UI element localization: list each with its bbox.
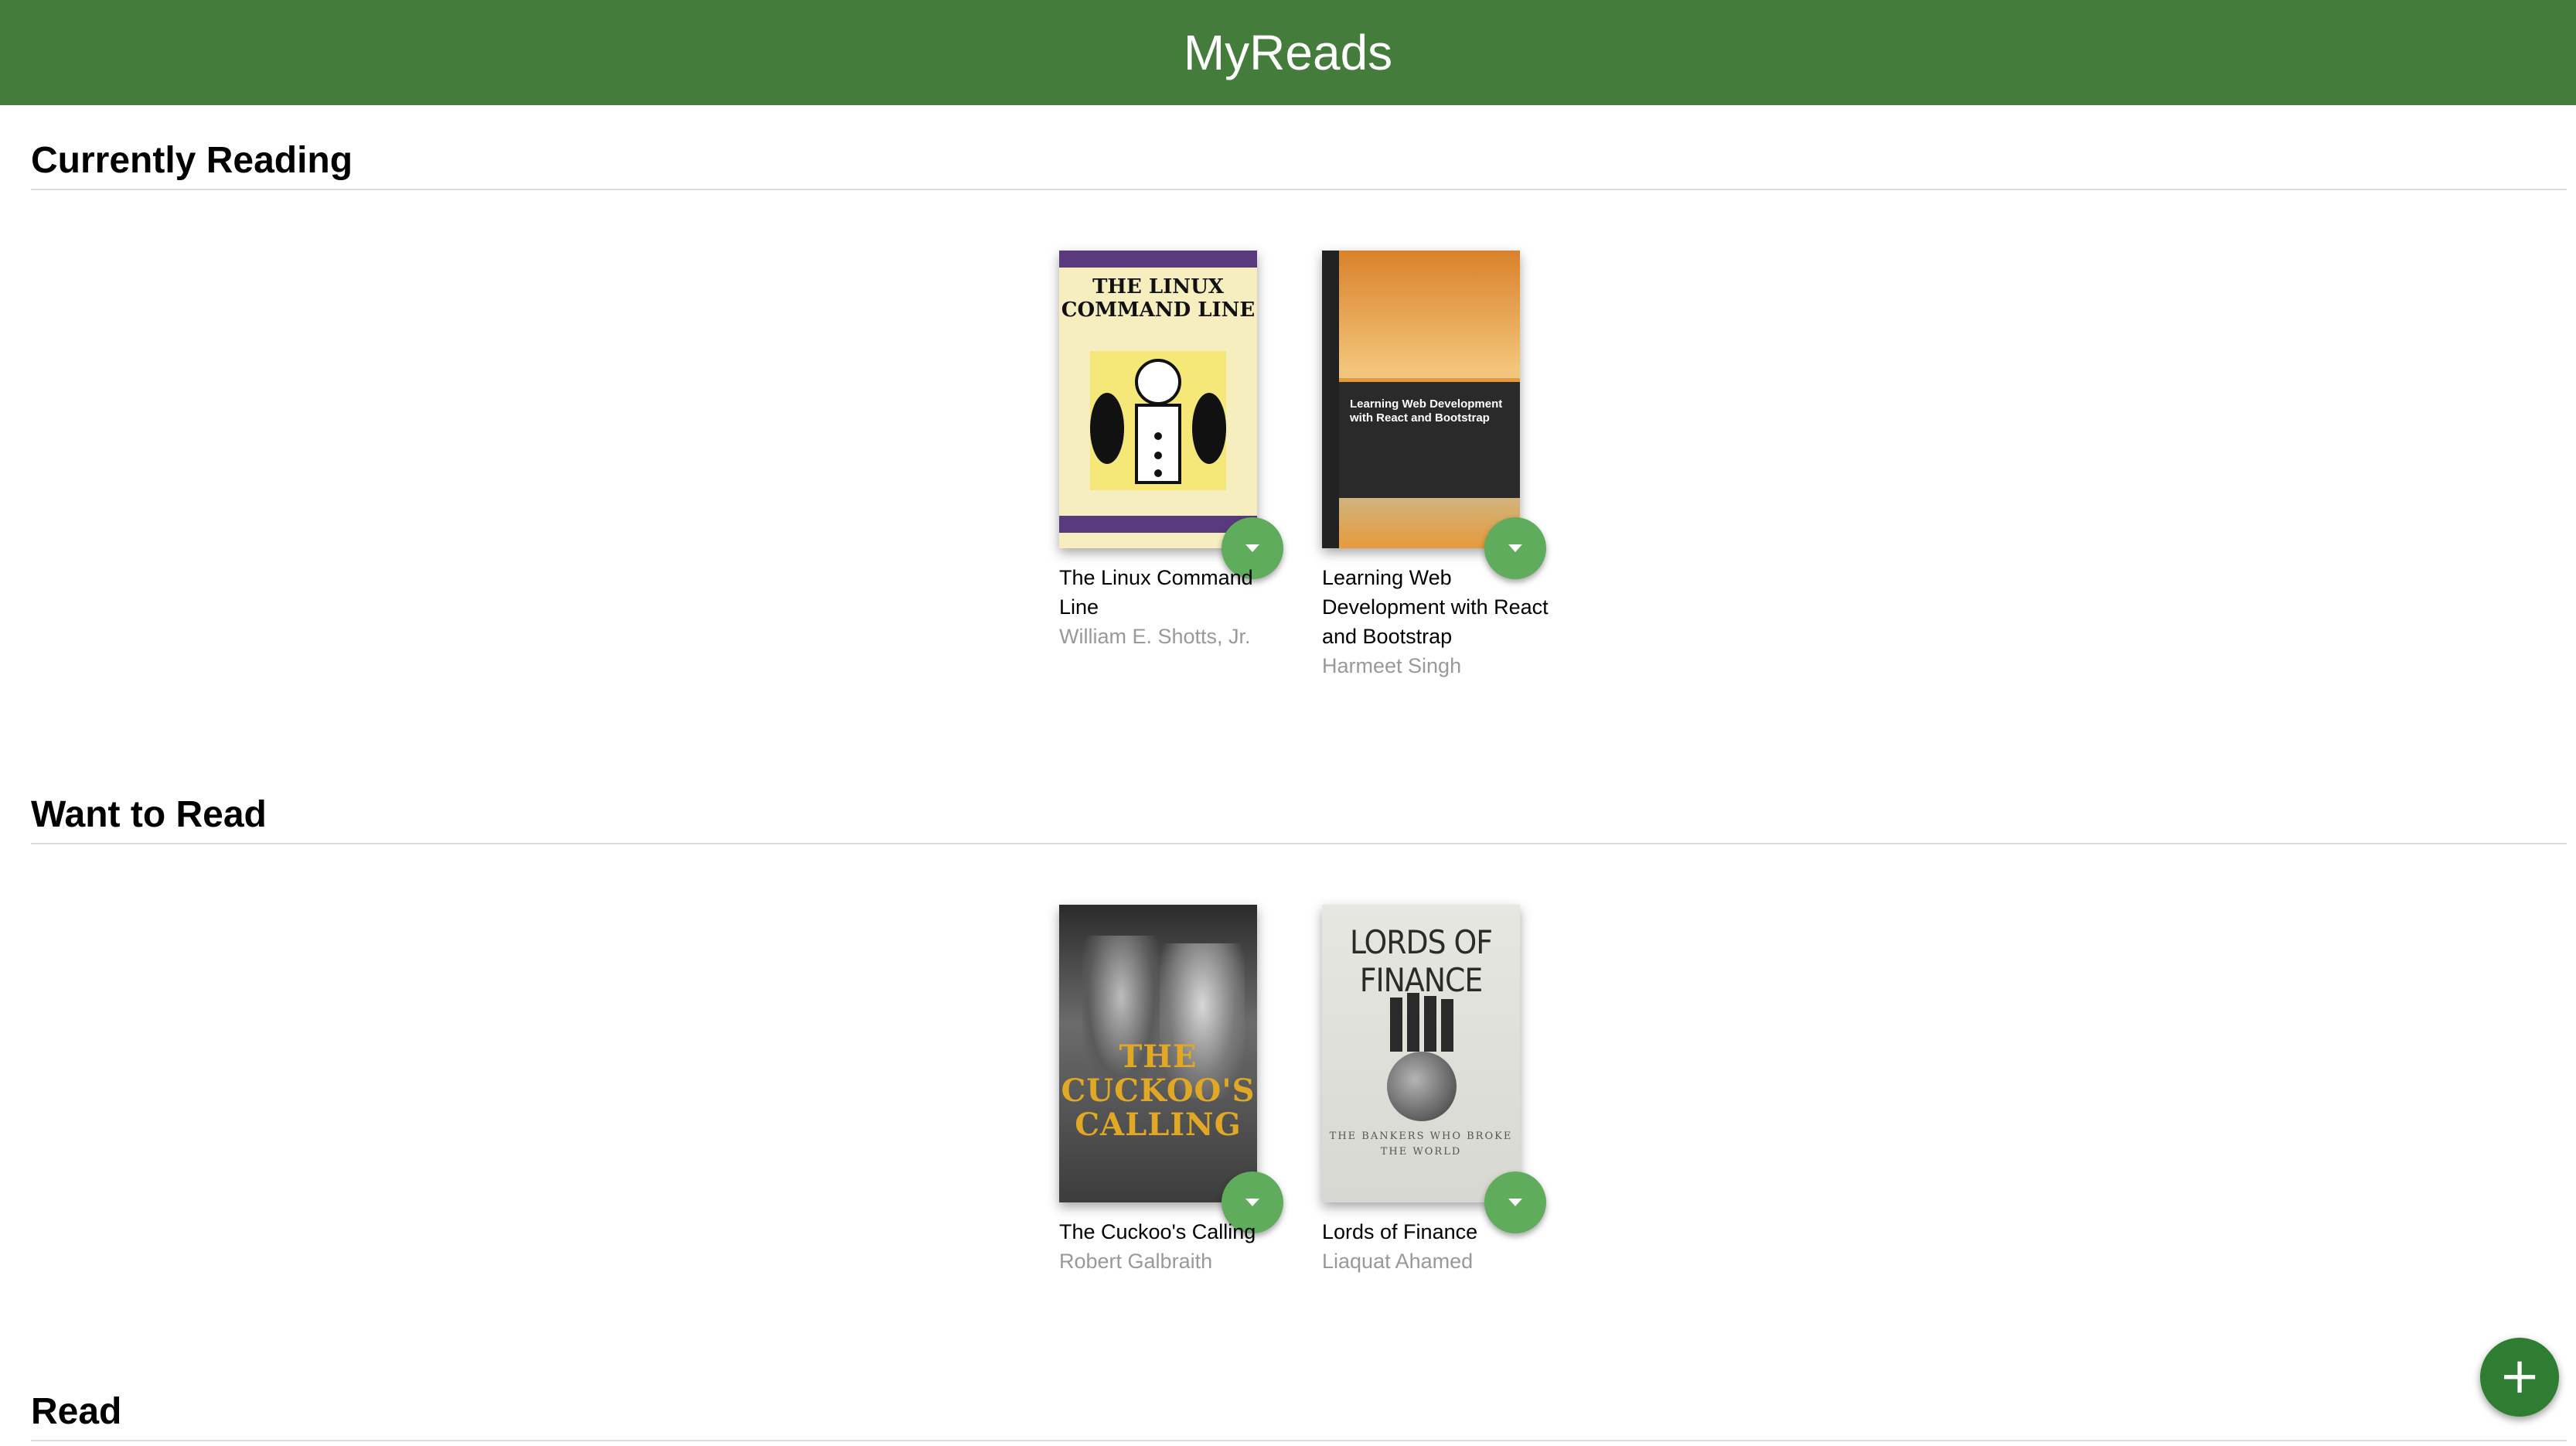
book-cover[interactable]: LORDS OF FINANCE THE BANKERS WHO BROKE T…: [1322, 905, 1520, 1202]
book-grid: THE CUCKOO'S CALLING The Cuckoo's Callin…: [31, 865, 2567, 1328]
cover-subtitle: THE BANKERS WHO BROKE THE WORLD: [1329, 1131, 1513, 1158]
chevron-down-icon: [1508, 1199, 1522, 1206]
shelf-title: Read: [31, 1384, 2567, 1441]
shelf-read: Read: [31, 1384, 2567, 1441]
chevron-down-icon: [1245, 1199, 1259, 1206]
chevron-down-icon: [1245, 544, 1259, 552]
shelf-want-to-read: Want to Read THE CUCKOO'S CALLING The Cu…: [31, 787, 2567, 1273]
book-title: The Cuckoo's Calling Robert Galbraith: [1059, 1217, 1291, 1276]
book-authors: Harmeet Singh: [1322, 654, 1462, 677]
figures-illustration: [1390, 993, 1453, 1052]
book-cover[interactable]: THE LINUX COMMAND LINE: [1059, 251, 1257, 548]
book-authors: Liaquat Ahamed: [1322, 1250, 1474, 1273]
book-title: Lords of Finance Liaquat Ahamed: [1322, 1217, 1554, 1276]
shelf-currently-reading: Currently Reading THE LINUX COMMAND LINE: [31, 133, 2567, 677]
book-cover[interactable]: Learning Web Development with React and …: [1322, 251, 1520, 548]
cover-spine: [1322, 251, 1339, 548]
book-cover[interactable]: THE CUCKOO'S CALLING: [1059, 905, 1257, 1202]
plus-icon: +: [2499, 1348, 2540, 1405]
book-authors: Robert Galbraith: [1059, 1250, 1213, 1273]
book-grid: THE LINUX COMMAND LINE The Linux Command: [31, 210, 2567, 677]
cover-band: [1059, 251, 1257, 268]
cover-title: Learning Web Development with React and …: [1350, 397, 1503, 425]
book-title-text: Learning Web Development with React and …: [1322, 566, 1549, 648]
app-title: MyReads: [1183, 25, 1393, 80]
shelf-title: Want to Read: [31, 787, 2567, 844]
book-title: Learning Web Development with React and …: [1322, 563, 1554, 680]
book-title-text: The Cuckoo's Calling: [1059, 1220, 1256, 1243]
cover-title: THE CUCKOO'S CALLING: [1061, 1038, 1256, 1143]
robot-illustration: [1090, 351, 1226, 490]
app-header: MyReads: [0, 0, 2576, 105]
book-authors: William E. Shotts, Jr.: [1059, 625, 1251, 648]
chevron-down-icon: [1508, 544, 1522, 552]
shelf-title: Currently Reading: [31, 133, 2567, 190]
book-title-text: The Linux Command Line: [1059, 566, 1253, 619]
add-book-button[interactable]: +: [2480, 1338, 2559, 1417]
book-title: The Linux Command Line William E. Shotts…: [1059, 563, 1291, 651]
book-title-text: Lords of Finance: [1322, 1220, 1478, 1243]
cover-title: THE LINUX COMMAND LINE: [1061, 275, 1256, 322]
globe-illustration: [1387, 1052, 1457, 1121]
